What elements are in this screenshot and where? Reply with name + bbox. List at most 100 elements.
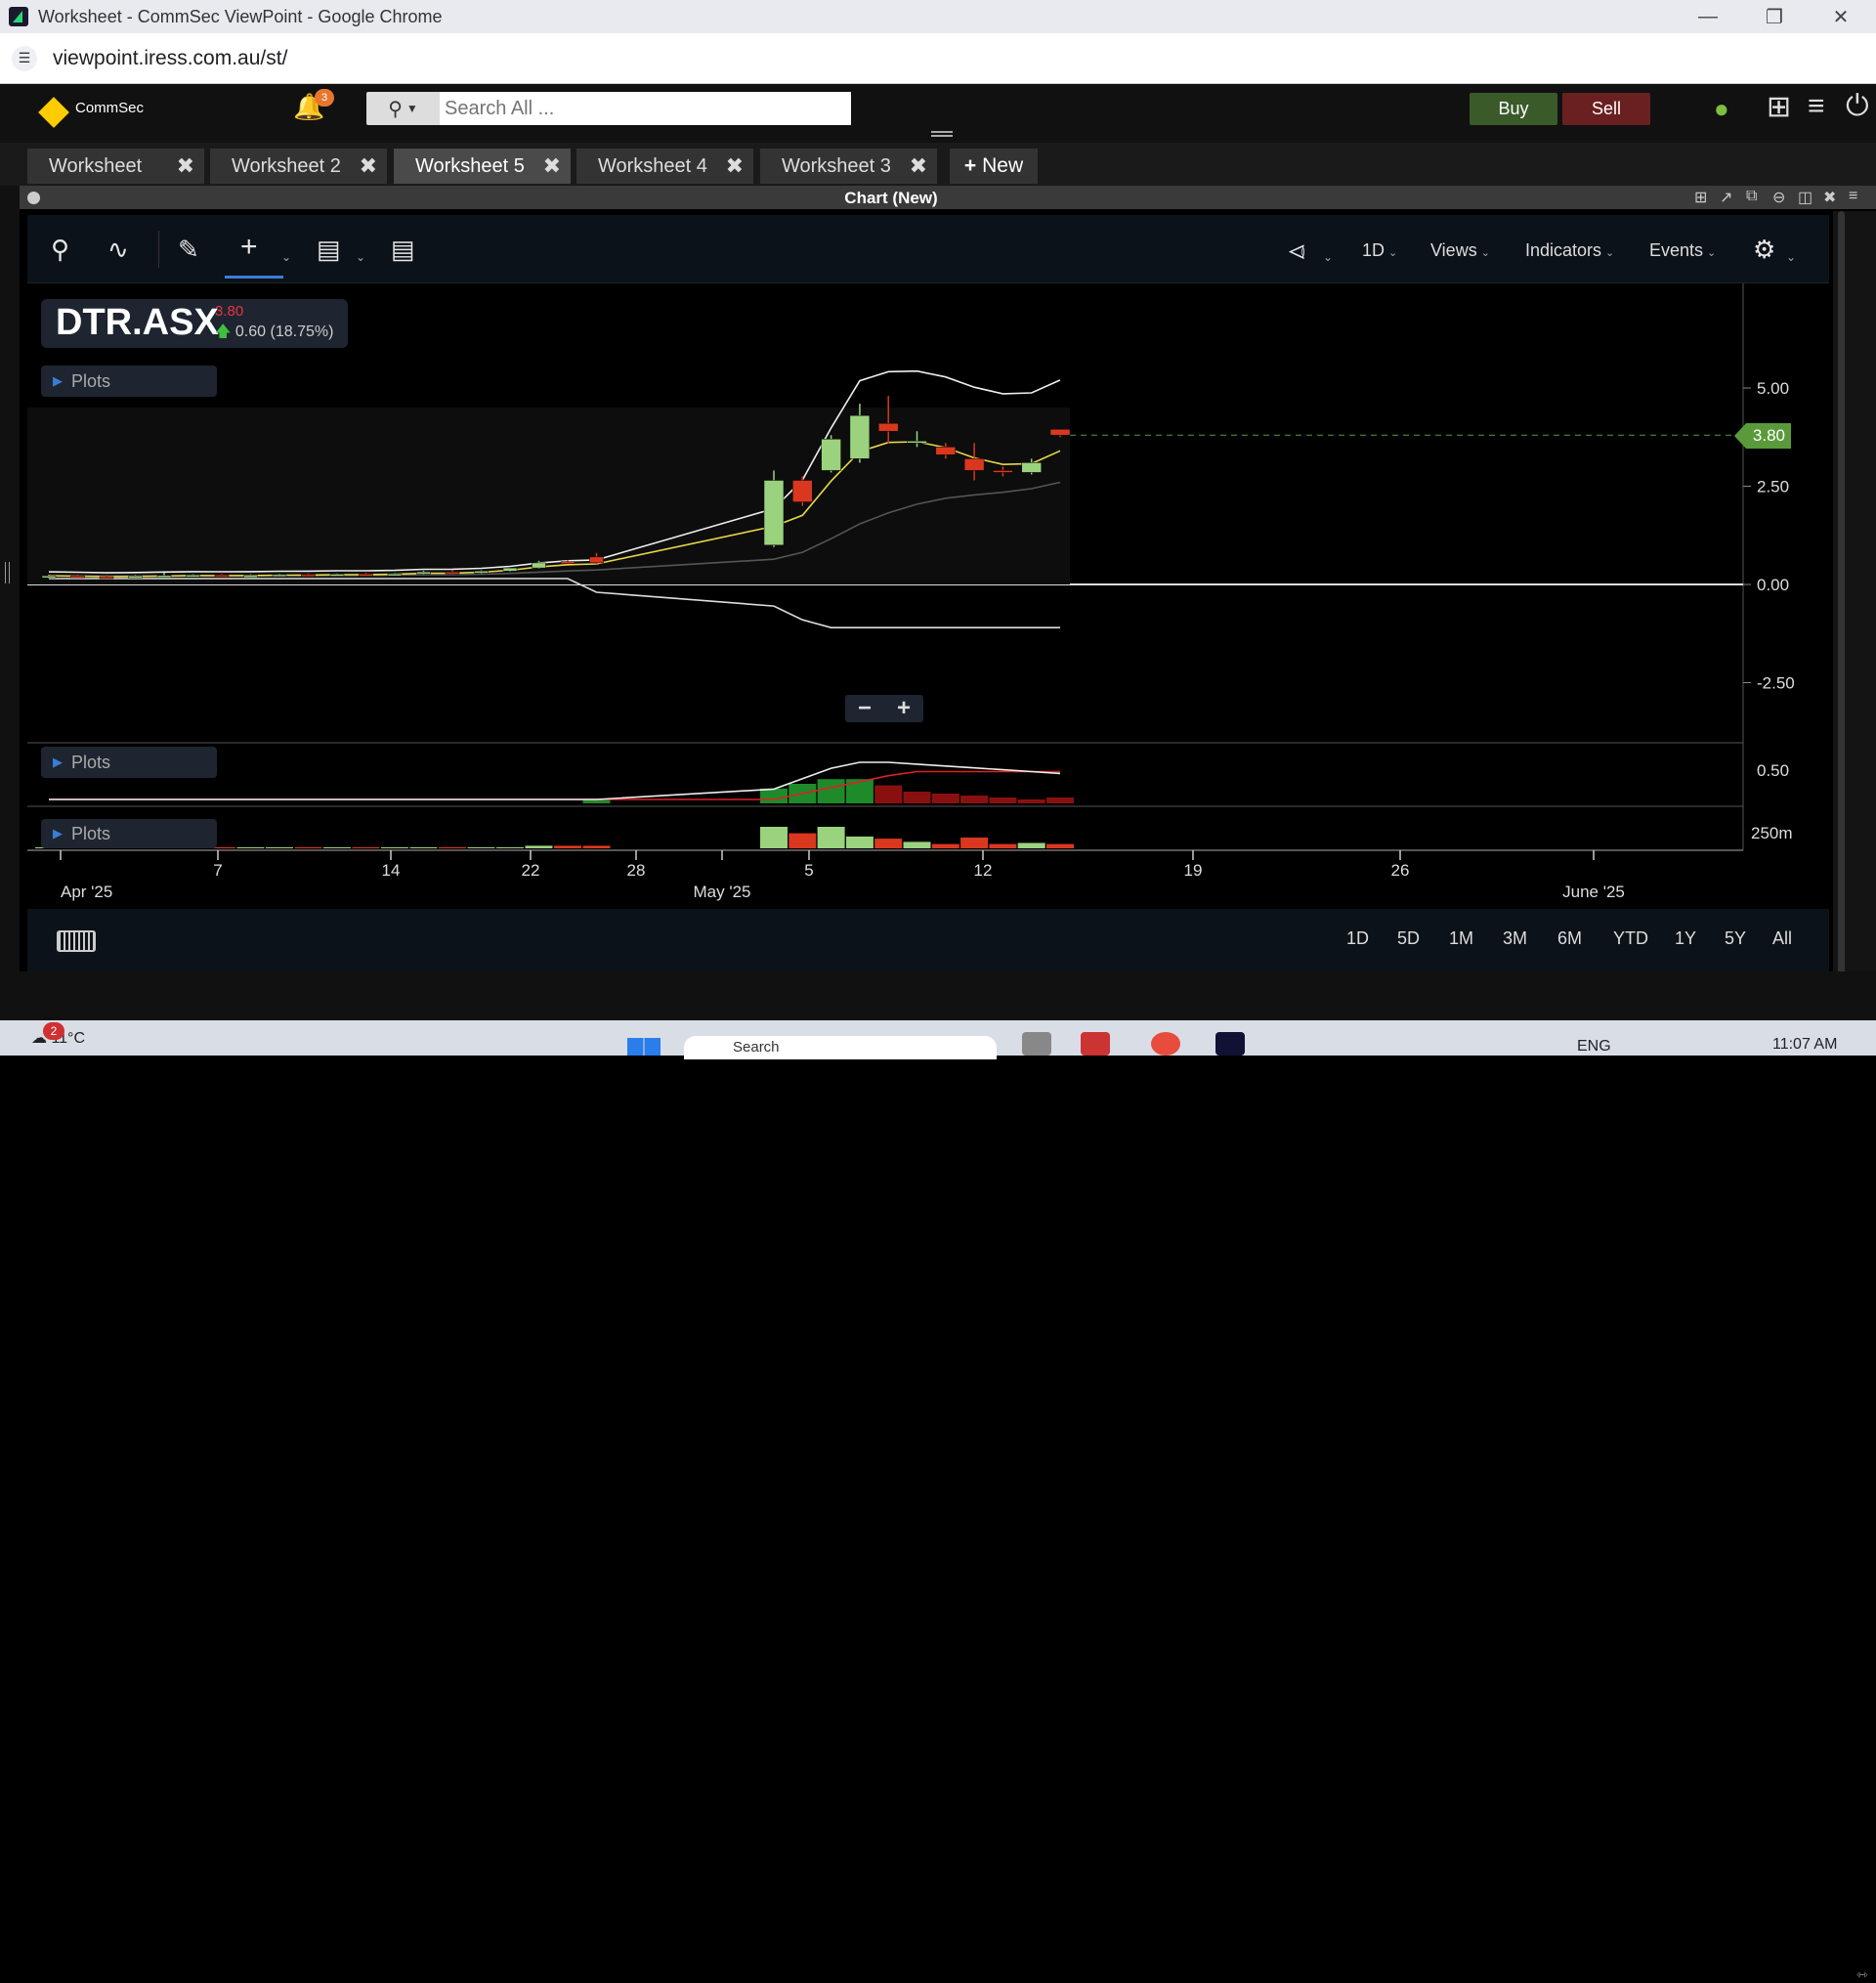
close-tab-icon[interactable]: ✖ — [726, 153, 744, 179]
range-6m[interactable]: 6M — [1557, 928, 1582, 949]
y-tick-label: 0.00 — [1757, 576, 1789, 594]
close-panel-icon[interactable]: ✖ — [1823, 188, 1836, 207]
search-icon[interactable]: ⚲ — [51, 235, 69, 265]
range-all[interactable]: All — [1772, 928, 1792, 949]
x-tick-label: June '25 — [1562, 883, 1625, 901]
split-icon[interactable]: ◫ — [1798, 188, 1812, 207]
close-tab-icon[interactable]: ✖ — [543, 153, 561, 179]
gear-icon[interactable]: ⚙ — [1753, 235, 1775, 265]
popout-icon[interactable]: ⧉ — [1746, 188, 1757, 205]
envelope-shade — [27, 408, 1070, 584]
chrome-icon[interactable] — [1151, 1032, 1180, 1056]
volume-bar — [323, 846, 351, 848]
clock[interactable]: 11:07 AM — [1772, 1036, 1837, 1054]
range-ytd[interactable]: YTD — [1613, 928, 1648, 949]
zoom-out-icon[interactable]: − — [858, 695, 872, 722]
tab-worksheet-5[interactable]: Worksheet 5 ✖ — [394, 149, 571, 184]
candle-body — [763, 480, 785, 546]
candle-body — [214, 575, 230, 578]
candle-body — [329, 574, 345, 577]
keyboard-icon[interactable] — [57, 930, 96, 952]
active-tool-indicator — [225, 276, 283, 279]
task-view-icon[interactable] — [1022, 1032, 1051, 1056]
scrollbar-thumb[interactable] — [1838, 211, 1845, 993]
views-dropdown[interactable]: Views ⌄ — [1430, 240, 1490, 261]
volume-bar — [845, 836, 874, 848]
chart-area[interactable]: 5.00 2.50 0.00 -2.50 0.50 250m Apr '25 7 14 22 28 M… — [27, 283, 1829, 909]
search-dropdown-button[interactable]: ⚲ ▼ — [366, 92, 440, 125]
url-field[interactable]: viewpoint.iress.com.au/st/ — [53, 47, 287, 70]
range-1m[interactable]: 1M — [1449, 928, 1473, 949]
app-icon[interactable] — [1215, 1032, 1245, 1056]
list-icon[interactable]: ▤ — [391, 235, 415, 265]
taskbar-search[interactable]: Search — [684, 1036, 997, 1059]
resize-corner-icon[interactable]: ⇿ — [1856, 1966, 1868, 1983]
tab-worksheet-4[interactable]: Worksheet 4 ✖ — [576, 149, 753, 184]
x-tick-label: 26 — [1391, 861, 1410, 880]
range-3m[interactable]: 3M — [1503, 928, 1527, 949]
add-panel-icon[interactable]: ⊞ — [1694, 188, 1707, 207]
tab-worksheet[interactable]: Worksheet ✖ — [27, 149, 204, 184]
trend-line-icon[interactable]: ∿ — [107, 235, 129, 265]
close-window-icon[interactable]: ✕ — [1808, 0, 1874, 33]
minimize-icon[interactable]: — — [1675, 0, 1741, 33]
candlestick-icon[interactable]: ⏿ — [1288, 235, 1305, 266]
plots-toggle-indicator[interactable]: ▶ Plots — [41, 747, 217, 778]
range-5y[interactable]: 5Y — [1725, 928, 1746, 949]
y-tick-label: 5.00 — [1757, 379, 1789, 398]
minimize-panel-icon[interactable]: ⊖ — [1772, 188, 1785, 207]
windows-start-icon[interactable] — [627, 1038, 661, 1056]
close-tab-icon[interactable]: ✖ — [360, 153, 377, 179]
panel-title: Chart (New) — [844, 189, 938, 207]
language-indicator[interactable]: ENG — [1577, 1038, 1611, 1056]
new-tab-label: New — [982, 154, 1024, 177]
menu-icon[interactable]: ≡ — [1808, 90, 1825, 123]
restore-icon[interactable]: ❐ — [1741, 0, 1808, 33]
crosshair-icon[interactable]: + — [240, 231, 258, 264]
range-1d[interactable]: 1D — [1346, 928, 1369, 949]
price-chart[interactable]: 5.00 2.50 0.00 -2.50 0.50 250m Apr '25 7 14 22 28 M… — [27, 283, 1829, 909]
chevron-down-icon[interactable]: ⌄ — [281, 250, 291, 264]
buy-button[interactable]: Buy — [1470, 93, 1557, 125]
events-dropdown[interactable]: Events ⌄ — [1649, 240, 1716, 261]
chevron-down-icon[interactable]: ⌄ — [1786, 250, 1796, 264]
volume-bar — [903, 841, 931, 848]
chevron-down-icon[interactable]: ⌄ — [356, 250, 365, 264]
logo-text: CommSec — [75, 100, 145, 116]
new-tab-button[interactable]: + New — [950, 149, 1038, 184]
comment-icon[interactable]: ▤ — [317, 235, 341, 265]
expand-icon[interactable]: ↗ — [1720, 188, 1732, 207]
chevron-down-icon[interactable]: ⌄ — [1323, 250, 1333, 264]
zoom-in-icon[interactable]: + — [897, 695, 911, 722]
histogram-bar — [760, 788, 788, 803]
search-input[interactable] — [440, 92, 851, 125]
lightbulb-icon[interactable]: ● — [1714, 94, 1729, 124]
vertical-scrollbar[interactable] — [1833, 211, 1876, 998]
app-icon[interactable] — [1081, 1032, 1110, 1056]
pencil-icon[interactable]: ✎ — [178, 235, 199, 265]
candle-body — [560, 561, 576, 564]
symbol-code: DTR.ASX — [56, 302, 219, 343]
volume-axis-label: 250m — [1751, 824, 1793, 842]
sell-button[interactable]: Sell — [1562, 93, 1650, 125]
resize-grip[interactable] — [5, 562, 10, 583]
chevron-down-icon: ⌄ — [1707, 247, 1717, 259]
interval-dropdown[interactable]: 1D ⌄ — [1362, 240, 1397, 261]
power-icon[interactable]: ⏻ — [1846, 90, 1869, 123]
site-settings-icon[interactable]: ☰ — [12, 45, 37, 71]
add-icon[interactable]: ⊞ — [1767, 90, 1791, 124]
drag-handle[interactable] — [931, 131, 953, 137]
candle-body — [41, 575, 57, 579]
indicators-dropdown[interactable]: Indicators ⌄ — [1525, 240, 1614, 261]
plots-toggle-main[interactable]: ▶ Plots — [41, 366, 217, 397]
range-5d[interactable]: 5D — [1397, 928, 1420, 949]
volume-bar — [960, 838, 989, 848]
panel-menu-icon[interactable]: ≡ — [1849, 188, 1857, 205]
tab-worksheet-2[interactable]: Worksheet 2 ✖ — [210, 149, 387, 184]
range-1y[interactable]: 1Y — [1675, 928, 1696, 949]
histogram-bar — [874, 785, 903, 803]
tab-worksheet-3[interactable]: Worksheet 3 ✖ — [760, 149, 937, 184]
plots-toggle-volume[interactable]: ▶ Plots — [41, 819, 217, 848]
close-tab-icon[interactable]: ✖ — [177, 153, 194, 179]
close-tab-icon[interactable]: ✖ — [910, 153, 927, 179]
